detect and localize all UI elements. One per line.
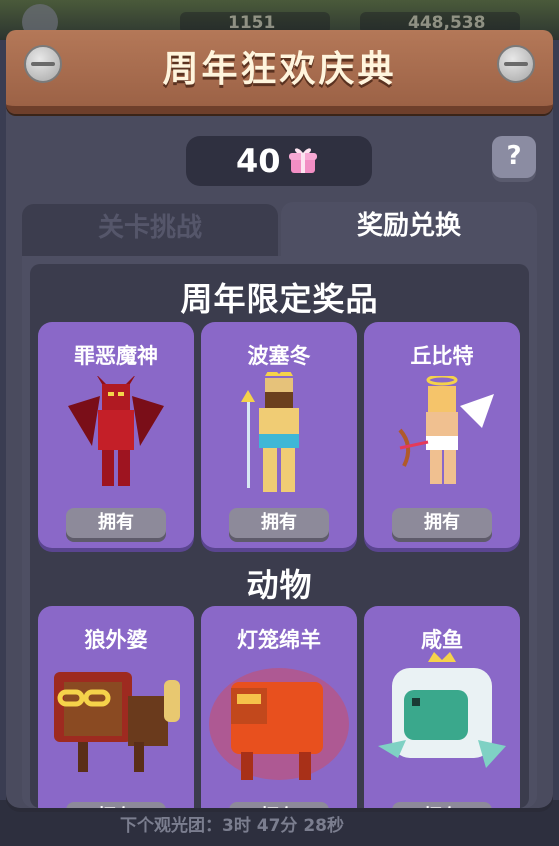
reward-list[interactable]: 周年限定奖品 罪恶魔神 拥有 波塞冬 拥有 丘比特 拥有 动物 狼外婆 灯笼绵羊…	[30, 264, 529, 808]
tab-reward-exchange[interactable]: 奖励兑换	[281, 202, 537, 258]
reward-card[interactable]: 灯笼绵羊 拥有	[201, 606, 357, 808]
owned-button[interactable]: 拥有	[392, 508, 492, 538]
reward-name: 狼外婆	[84, 628, 148, 652]
reward-card[interactable]: 咸鱼 拥有	[364, 606, 520, 808]
reward-card[interactable]: 丘比特 拥有	[364, 322, 520, 548]
poseidon-character-icon	[241, 372, 299, 492]
bolt-icon	[497, 45, 535, 83]
reward-card[interactable]: 罪恶魔神 拥有	[38, 322, 194, 548]
event-header: 周年狂欢庆典	[6, 30, 553, 114]
currency-value: 40	[236, 142, 281, 180]
reward-name: 灯笼绵羊	[237, 628, 321, 652]
section-title-limited: 周年限定奖品	[180, 280, 379, 318]
owned-button[interactable]: 拥有	[229, 802, 329, 808]
owned-button[interactable]: 拥有	[392, 802, 492, 808]
lantern-sheep-icon	[209, 668, 349, 780]
gift-box-icon	[289, 148, 317, 173]
reward-name: 波塞冬	[247, 344, 311, 368]
tour-timer: 下个观光团：3时 47分 28秒	[120, 816, 344, 836]
reward-card[interactable]: 波塞冬 拥有	[201, 322, 357, 548]
grandma-wolf-icon	[54, 672, 180, 772]
section-title-animals: 动物	[246, 566, 313, 604]
help-button[interactable]: ?	[492, 136, 536, 178]
salted-fish-icon	[378, 652, 506, 768]
event-title: 周年狂欢庆典	[162, 49, 397, 90]
owned-button[interactable]: 拥有	[66, 802, 166, 808]
tab-level-challenge[interactable]: 关卡挑战	[22, 204, 278, 260]
cupid-character-icon	[398, 376, 494, 484]
currency-display: 40	[186, 136, 372, 186]
reward-card[interactable]: 狼外婆 拥有	[38, 606, 194, 808]
reward-name: 丘比特	[410, 344, 474, 368]
demon-character-icon	[68, 376, 164, 486]
reward-name: 罪恶魔神	[74, 344, 158, 368]
owned-button[interactable]: 拥有	[66, 508, 166, 538]
owned-button[interactable]: 拥有	[229, 508, 329, 538]
